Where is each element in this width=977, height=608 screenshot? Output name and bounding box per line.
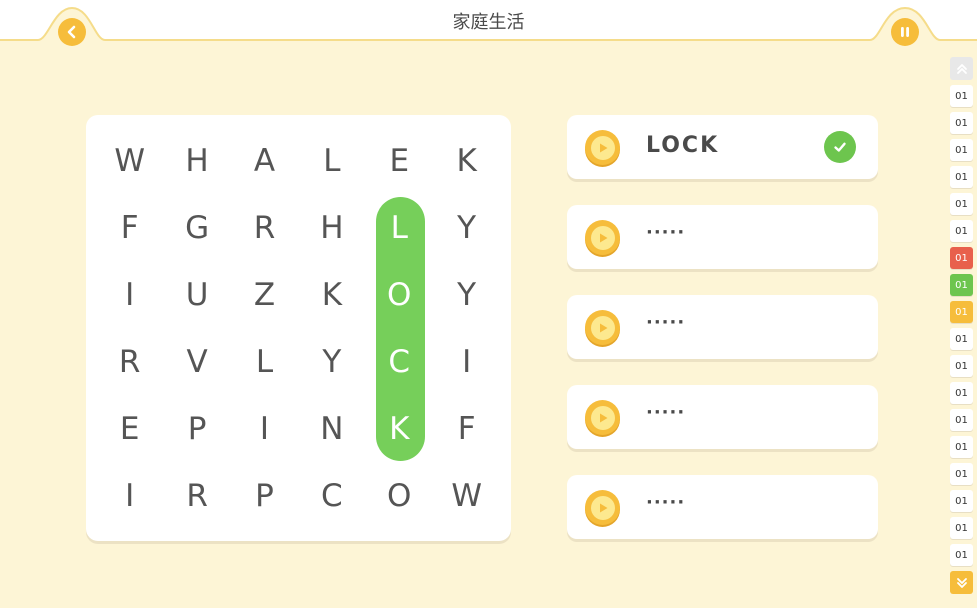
double-chevron-down-icon [956,577,967,588]
question-nav-item[interactable]: 01 [950,409,973,431]
grid-letter-cell[interactable]: G [163,194,230,261]
letter-grid: WHALEKFGRHLYIUZKOYRVLYCIEPINKFIRPCOW [96,127,500,529]
question-nav-item[interactable]: 01 [950,166,973,188]
grid-letter-cell[interactable]: I [433,328,500,395]
grid-letter-cell[interactable]: Y [433,194,500,261]
pause-icon [901,27,909,37]
grid-letter-cell[interactable]: I [96,261,163,328]
question-nav-item[interactable]: 01 [950,247,973,269]
grid-letter-cell[interactable]: N [298,395,365,462]
question-nav-item[interactable]: 01 [950,301,973,323]
grid-letter-cell[interactable]: Y [298,328,365,395]
grid-letter-cell[interactable]: K [433,127,500,194]
word-card: ····· [567,385,878,449]
grid-letter-cell[interactable]: H [298,194,365,261]
check-icon [824,131,856,163]
word-card: ····· [567,205,878,269]
word-text: ····· [646,312,686,333]
play-icon [590,405,615,430]
question-nav-item[interactable]: 01 [950,112,973,134]
word-text: ····· [646,402,686,423]
grid-letter-cell[interactable]: K [366,395,433,462]
rail-scroll-down-button[interactable] [950,571,973,594]
grid-letter-cell[interactable]: Z [231,261,298,328]
question-nav-item[interactable]: 01 [950,463,973,485]
grid-letter-cell[interactable]: P [231,462,298,529]
question-nav-item[interactable]: 01 [950,85,973,107]
play-audio-button[interactable] [585,400,620,435]
play-audio-button[interactable] [585,220,620,255]
question-nav-item[interactable]: 01 [950,328,973,350]
word-text: LOCK [646,133,720,158]
grid-letter-cell[interactable]: Y [433,261,500,328]
word-card: LOCK [567,115,878,179]
grid-letter-cell[interactable]: W [433,462,500,529]
question-nav-item[interactable]: 01 [950,436,973,458]
grid-letter-cell[interactable]: I [231,395,298,462]
word-card: ····· [567,295,878,359]
question-nav-item[interactable]: 01 [950,382,973,404]
grid-letter-cell[interactable]: P [163,395,230,462]
double-chevron-up-icon [956,63,967,74]
grid-letter-cell[interactable]: H [163,127,230,194]
grid-letter-cell[interactable]: A [231,127,298,194]
grid-letter-cell[interactable]: R [96,328,163,395]
word-text: ····· [646,492,686,513]
grid-letter-cell[interactable]: E [366,127,433,194]
grid-letter-cell[interactable]: V [163,328,230,395]
question-nav-item[interactable]: 01 [950,544,973,566]
grid-letter-cell[interactable]: W [96,127,163,194]
play-icon [590,495,615,520]
play-icon [590,135,615,160]
question-nav-item[interactable]: 01 [950,517,973,539]
chevron-left-icon [67,25,76,39]
question-nav-item[interactable]: 01 [950,490,973,512]
question-nav-item[interactable]: 01 [950,274,973,296]
grid-letter-cell[interactable]: R [231,194,298,261]
grid-letter-cell[interactable]: L [298,127,365,194]
play-audio-button[interactable] [585,130,620,165]
page-title: 家庭生活 [452,12,525,33]
question-nav-item[interactable]: 01 [950,193,973,215]
grid-letter-cell[interactable]: C [298,462,365,529]
question-nav-item[interactable]: 01 [950,220,973,242]
word-card: ····· [567,475,878,539]
rail-scroll-up-button[interactable] [950,57,973,80]
play-audio-button[interactable] [585,490,620,525]
letter-grid-card: WHALEKFGRHLYIUZKOYRVLYCIEPINKFIRPCOW [86,115,511,541]
play-audio-button[interactable] [585,310,620,345]
pause-button[interactable] [891,18,919,46]
grid-letter-cell[interactable]: F [96,194,163,261]
question-nav-item[interactable]: 01 [950,139,973,161]
back-button[interactable] [58,18,86,46]
grid-letter-cell[interactable]: C [366,328,433,395]
question-nav-item[interactable]: 01 [950,355,973,377]
grid-letter-cell[interactable]: L [231,328,298,395]
grid-letter-cell[interactable]: R [163,462,230,529]
grid-letter-cell[interactable]: F [433,395,500,462]
grid-letter-cell[interactable]: K [298,261,365,328]
grid-letter-cell[interactable]: U [163,261,230,328]
grid-letter-cell[interactable]: O [366,462,433,529]
word-text: ····· [646,222,686,243]
grid-letter-cell[interactable]: L [366,194,433,261]
grid-letter-cell[interactable]: E [96,395,163,462]
play-icon [590,315,615,340]
grid-letter-cell[interactable]: O [366,261,433,328]
play-icon [590,225,615,250]
grid-letter-cell[interactable]: I [96,462,163,529]
